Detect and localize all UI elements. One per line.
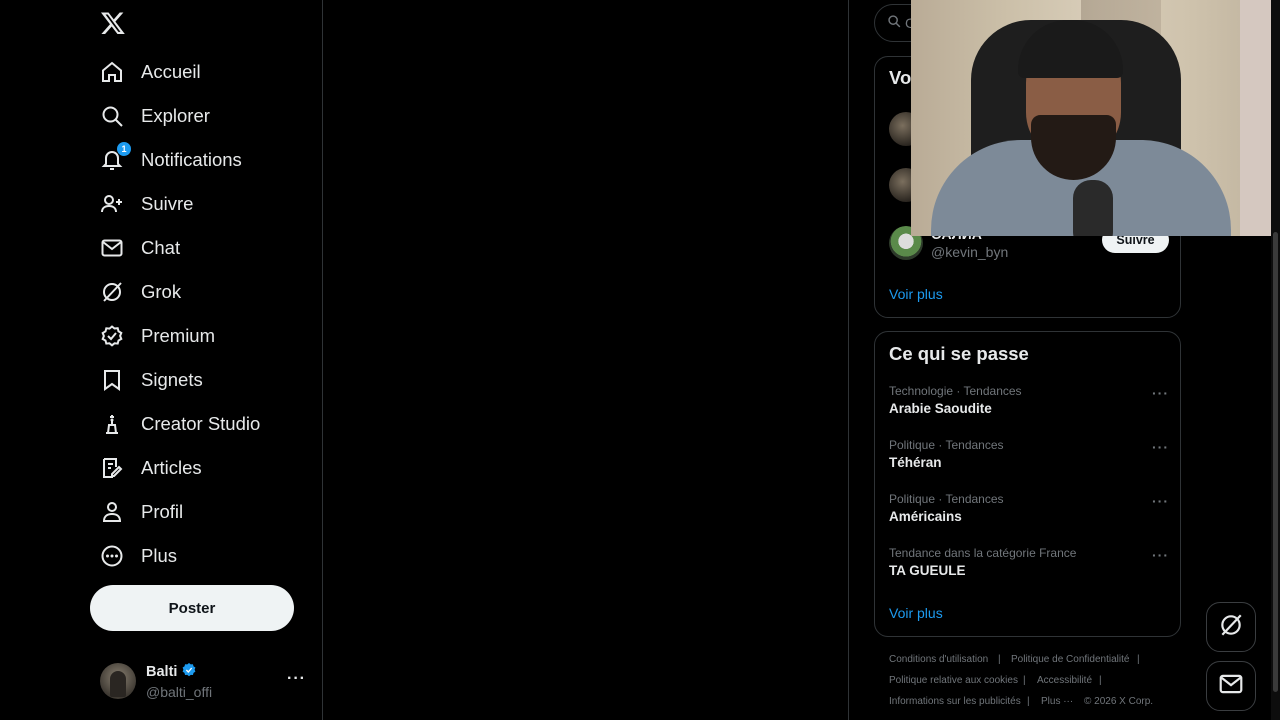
nav-label: Premium [141,325,216,346]
trend-item[interactable]: Politique · Tendances Téhéran ··· [889,437,1169,481]
trend-name: Américains [889,509,962,524]
nav-label: Plus [141,545,177,566]
nav-item-accueil[interactable]: Accueil [100,54,201,90]
avatar [100,663,136,699]
nav-label: Creator Studio [141,413,261,434]
account-handle: @balti_offi [146,683,213,700]
main-column [323,0,849,720]
footer-link[interactable]: Accessibilité [1037,675,1092,686]
more-dots-icon[interactable]: ··· [1152,439,1169,455]
user-handle: @kevin_byn [931,244,1009,260]
trend-category: Politique · Tendances [889,438,1004,452]
scrollbar-thumb[interactable] [1273,232,1278,692]
nav-item-plus[interactable]: Plus [100,538,177,574]
trend-category: Politique · Tendances [889,492,1004,506]
bookmark-icon [100,368,124,392]
grok-button[interactable] [1206,602,1256,652]
mail-icon [1218,671,1244,702]
nav-label: Accueil [141,61,201,82]
nav-label: Chat [141,237,181,258]
mail-icon [100,236,124,260]
bell-icon: 1 [100,142,131,172]
trend-name: Arabie Saoudite [889,401,992,416]
footer-link[interactable]: Conditions d'utilisation [889,654,988,665]
trend-category: Technologie · Tendances [889,384,1022,398]
footer-link[interactable]: Plus ··· [1041,696,1073,707]
verified-icon [181,662,197,683]
nav-item-premium[interactable]: Premium [100,318,215,354]
nav-item-chat[interactable]: Chat [100,230,180,266]
follow-icon [100,192,124,216]
footer-separator: | [1027,696,1030,707]
footer-separator: | [998,654,1001,665]
more-dots-icon[interactable]: ··· [1152,385,1169,401]
nav-item-profil[interactable]: Profil [100,494,183,530]
trend-name: Téhéran [889,455,942,470]
footer-separator: | [1023,675,1026,686]
more-circle-icon [100,544,124,568]
messages-button[interactable] [1206,661,1256,711]
grok-icon [1218,612,1244,643]
creator-studio-icon [100,412,124,436]
trend-item[interactable]: Technologie · Tendances Arabie Saoudite … [889,383,1169,427]
copyright: © 2026 X Corp. [1084,696,1154,707]
nav-label: Signets [141,369,203,390]
trend-item[interactable]: Tendance dans la catégorie France TA GUE… [889,545,1169,589]
premium-icon [100,324,124,348]
more-dots-icon[interactable]: ··· [287,670,306,688]
search-icon [100,104,124,128]
more-dots-icon[interactable]: ··· [1152,547,1169,563]
nav-item-explorer[interactable]: Explorer [100,98,210,134]
trend-item[interactable]: Politique · Tendances Américains ··· [889,491,1169,535]
notification-badge: 1 [117,142,131,156]
see-more-link[interactable]: Voir plus [889,286,943,302]
nav-item-grok[interactable]: Grok [100,274,181,310]
footer-separator: | [1137,654,1140,665]
webcam-overlay [911,0,1280,236]
trend-name: TA GUEULE [889,563,966,578]
see-more-link[interactable]: Voir plus [889,605,943,621]
nav-item-articles[interactable]: Articles [100,450,202,486]
footer-link[interactable]: Politique de Confidentialité [1011,654,1129,665]
post-button[interactable]: Poster [90,585,294,631]
nav-label: Notifications [141,149,242,170]
nav-label: Suivre [141,193,194,214]
grok-icon [100,280,124,304]
nav-label: Profil [141,501,184,522]
nav-item-suivre[interactable]: Suivre [100,186,193,222]
home-icon [100,60,124,84]
profile-icon [100,500,124,524]
footer-link[interactable]: Politique relative aux cookies [889,675,1018,686]
search-icon [887,14,901,33]
more-dots-icon[interactable]: ··· [1152,493,1169,509]
x-logo-icon[interactable] [100,10,126,38]
nav-label: Explorer [141,105,210,126]
footer-link[interactable]: Informations sur les publicités [889,696,1021,707]
card-title: Ce qui se passe [889,343,1029,364]
footer-separator: | [1099,675,1102,686]
articles-icon [100,456,124,480]
nav-label: Grok [141,281,182,302]
account-name: Balti [146,664,178,680]
nav-item-signets[interactable]: Signets [100,362,203,398]
nav-item-notifications[interactable]: 1 Notifications [100,142,242,178]
trend-category: Tendance dans la catégorie France [889,546,1077,560]
scrollbar[interactable] [1271,0,1280,720]
nav-label: Articles [141,457,202,478]
nav-item-creator-studio[interactable]: Creator Studio [100,406,260,442]
account-switcher[interactable]: Balti @balti_offi ··· [100,662,310,700]
left-nav: Accueil Explorer 1 Notifications Suivre … [0,0,323,720]
trends-card: Ce qui se passe Technologie · Tendances … [874,331,1181,637]
card-title: Vo [889,67,912,88]
